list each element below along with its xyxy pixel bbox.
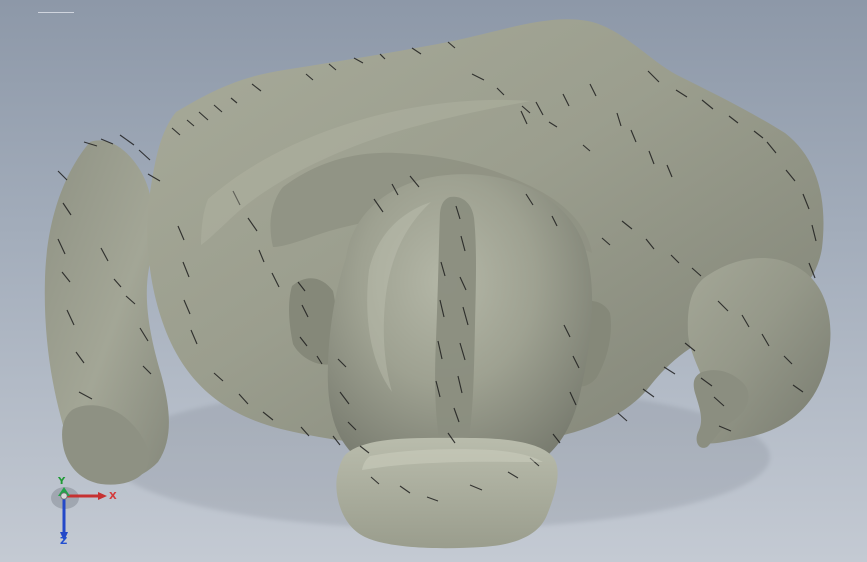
triad-x-label: X [109, 491, 117, 502]
triad-z-label: Z [60, 536, 67, 546]
orientation-triad[interactable]: X Y Z [46, 474, 122, 546]
hard-hat-center-ridge [435, 196, 476, 457]
3d-viewport[interactable]: X Y Z [0, 0, 867, 562]
triad-y-label: Y [57, 476, 66, 487]
3d-model-canvas[interactable] [0, 0, 867, 562]
